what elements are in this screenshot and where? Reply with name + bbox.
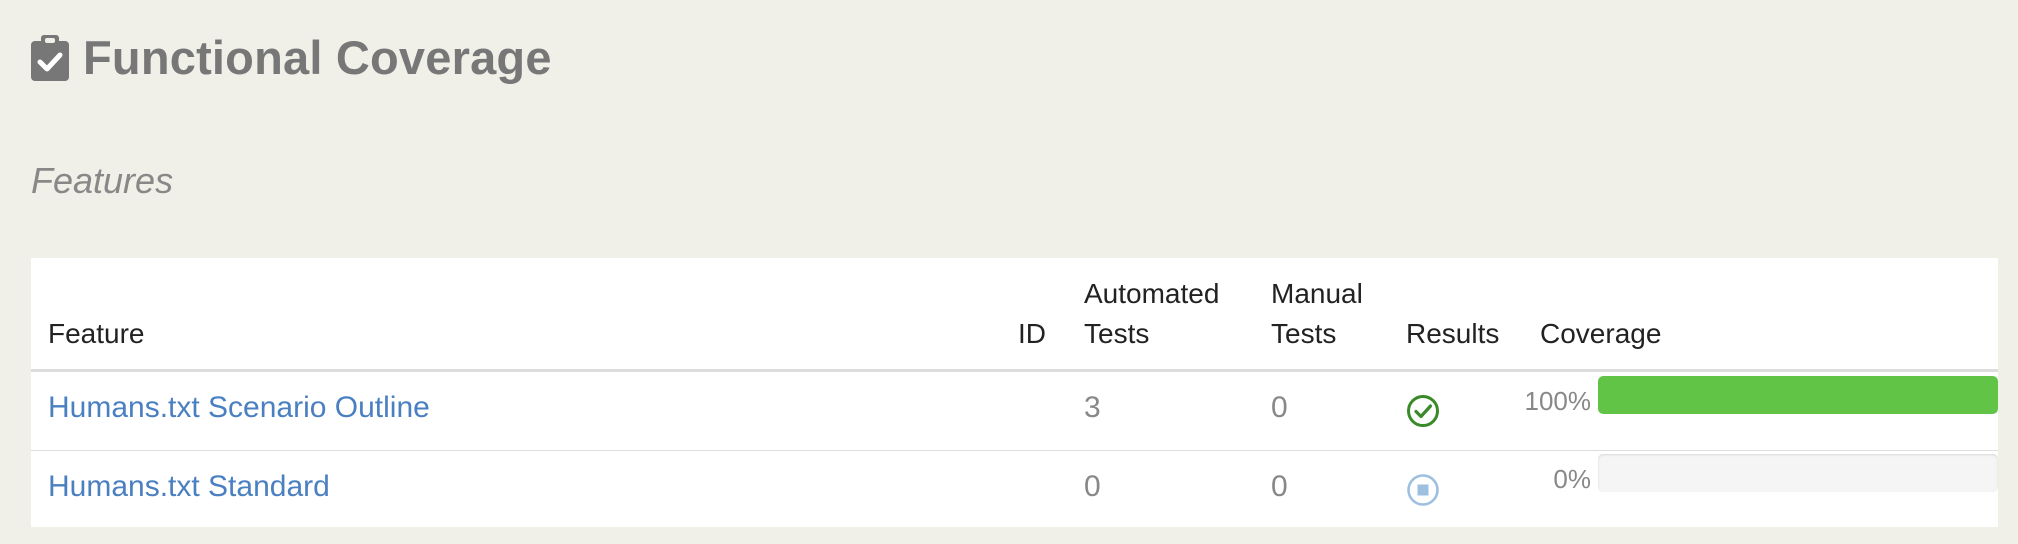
page-title: Functional Coverage [83, 31, 552, 84]
automated-tests-count: 3 [1084, 391, 1101, 424]
manual-tests-count: 0 [1271, 391, 1288, 424]
column-header-manual-line1: Manual [1271, 278, 1363, 309]
coverage-progress-fill [1598, 376, 1998, 414]
column-header-results[interactable]: Results [1406, 314, 1499, 354]
column-header-manual-tests[interactable]: Manual Tests [1271, 274, 1363, 354]
coverage-progress-bar [1598, 454, 1998, 492]
section-title: Features [31, 160, 174, 201]
coverage-percent: 0% [1553, 464, 1591, 494]
manual-tests-count: 0 [1271, 470, 1288, 503]
automated-tests-count: 0 [1084, 470, 1101, 503]
coverage-progress-bar [1598, 376, 1998, 414]
column-header-automated-line1: Automated [1084, 278, 1220, 309]
column-header-coverage[interactable]: Coverage [1540, 314, 1661, 354]
column-header-automated-tests[interactable]: Automated Tests [1084, 274, 1219, 354]
page-header: Functional Coverage [31, 30, 552, 85]
feature-link[interactable]: Humans.txt Standard [48, 470, 330, 504]
features-table: Feature ID Automated Tests Manual Tests … [31, 258, 1998, 527]
column-header-manual-line2: Tests [1271, 318, 1337, 349]
feature-link[interactable]: Humans.txt Scenario Outline [48, 391, 430, 425]
column-header-feature[interactable]: Feature [48, 314, 145, 354]
check-circle-icon [1407, 395, 1439, 427]
column-header-id[interactable]: ID [1018, 314, 1046, 354]
coverage-percent: 100% [1524, 386, 1592, 416]
column-header-automated-line2: Tests [1084, 318, 1150, 349]
clipboard-check-icon [31, 34, 69, 81]
header-divider [31, 369, 1998, 372]
stop-circle-icon [1407, 474, 1439, 506]
row-divider [31, 450, 1998, 451]
